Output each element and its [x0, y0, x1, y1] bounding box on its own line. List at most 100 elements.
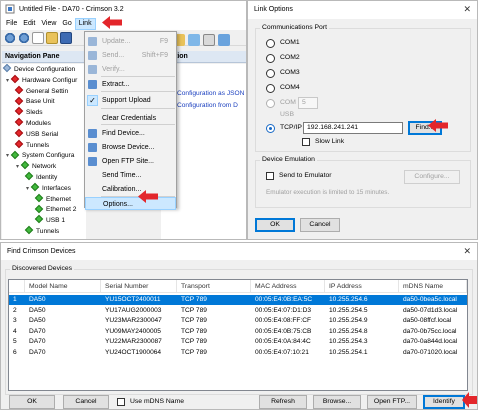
table-cell: da70-0a844d.local	[403, 338, 458, 345]
back-icon[interactable]	[4, 31, 16, 44]
monitor-icon[interactable]	[218, 34, 230, 46]
tree-item[interactable]: ▾ Network	[16, 161, 56, 171]
link-menu-item[interactable]: ✓ Support Upload	[85, 94, 176, 107]
communications-port-group: Communications Port COM1 COM2 COM3 COM4 …	[255, 24, 471, 152]
table-cell: YU23MAR2300047	[105, 317, 162, 324]
link-menu-item[interactable]: Browse Device...	[85, 141, 176, 154]
new-file-icon[interactable]	[32, 31, 44, 44]
settings-icon[interactable]	[203, 34, 215, 46]
right-pane-link-2[interactable]: Configuration from D	[177, 101, 238, 110]
browse-button[interactable]: Browse...	[313, 395, 361, 409]
table-row[interactable]: 5 DA70 YU22MAR2300087 TCP 789 00:05:E4:0A:84…	[9, 337, 467, 347]
table-row[interactable]: 2 DA50 YU17AUG2000003 TCP 789 00:05:E4:07:D1…	[9, 306, 467, 316]
error-status-icon	[14, 139, 24, 149]
close-icon[interactable]: ✕	[463, 4, 471, 15]
main-titlebar: Untitled File - DA70 - Crimson 3.2	[1, 1, 246, 17]
tree-item[interactable]: ▾ Interfaces	[26, 182, 71, 193]
radio-com3[interactable]: COM3	[266, 68, 300, 78]
table-cell: DA50	[29, 317, 46, 324]
find-ok-button[interactable]: OK	[9, 395, 55, 409]
link-menu-item[interactable]: Options...	[85, 197, 176, 210]
tree-item[interactable]: USB 1	[34, 215, 65, 225]
identify-button[interactable]: Identify	[423, 395, 465, 409]
tree-item[interactable]: ▾ System Configura	[6, 150, 74, 160]
tree-item[interactable]: USB Serial	[14, 128, 58, 139]
col-transport[interactable]: Transport	[177, 280, 251, 293]
open-folder-icon[interactable]	[46, 31, 58, 44]
tree-item[interactable]: ▾ Hardware Configur	[6, 74, 77, 85]
red-arrow-options-icon	[138, 190, 158, 203]
table-cell: da50-07d1d3.local	[403, 306, 458, 314]
menu-separator	[101, 91, 175, 92]
refresh-button[interactable]: Refresh	[259, 395, 307, 409]
link-menu-item[interactable]: Clear Credentials	[85, 112, 176, 125]
menu-view[interactable]: View	[38, 18, 59, 30]
tree-item[interactable]: Tunnels	[14, 139, 50, 150]
tree-item[interactable]: Base Unit	[14, 96, 55, 106]
device-icon[interactable]	[188, 34, 200, 46]
menu-edit[interactable]: Edit	[20, 18, 38, 30]
tree-item[interactable]: Ethernet	[34, 193, 71, 204]
table-header: Model Name Serial Number Transport MAC A…	[9, 280, 467, 293]
menu-go[interactable]: Go	[59, 18, 74, 30]
table-cell: 10.255.254.9	[329, 317, 368, 324]
col-serial-number[interactable]: Serial Number	[101, 280, 177, 293]
save-icon[interactable]	[60, 31, 72, 44]
radio-com4[interactable]: COM4	[266, 83, 300, 93]
menu-file[interactable]: File	[3, 18, 20, 30]
menu-item-label: Browse Device...	[102, 144, 155, 151]
col-ip-address[interactable]: IP Address	[325, 280, 399, 293]
menu-item-label: Send...	[102, 52, 125, 59]
use-mdns-checkbox[interactable]: Use mDNS Name	[117, 397, 184, 407]
link-menu-item[interactable]: Send Time...	[85, 169, 176, 182]
error-status-icon	[14, 118, 24, 127]
menu-item-label: Extract...	[102, 81, 130, 88]
menu-link[interactable]: Link	[74, 17, 96, 30]
tree-item[interactable]: Device Configuration	[2, 64, 75, 74]
ok-status-icon	[34, 193, 44, 203]
radio-tcpip[interactable]: TCP/IP	[266, 123, 302, 133]
ip-address-field[interactable]: 192.168.241.241	[303, 122, 403, 134]
table-row[interactable]: 6 DA70 YU24OCT1900064 TCP 789 00:05:E4:07:10…	[9, 348, 467, 358]
link-menu-item: Update... F9	[85, 35, 176, 48]
link-menu-item[interactable]: Open FTP Site...	[85, 155, 176, 168]
link-options-cancel-button[interactable]: Cancel	[300, 218, 340, 232]
ok-status-icon	[34, 204, 44, 213]
tree-item[interactable]: Ethernet 2	[34, 204, 76, 214]
close-icon[interactable]: ✕	[463, 246, 471, 257]
right-pane-link-1[interactable]: Configuration as JSON	[177, 89, 244, 98]
emulator-note: Emulator execution is limited to 15 minu…	[266, 189, 390, 196]
open-ftp-button[interactable]: Open FTP...	[367, 395, 417, 409]
link-menu-item[interactable]: Find Device...	[85, 127, 176, 140]
menu-bar: File Edit View Go Link	[1, 17, 246, 30]
error-status-icon	[10, 74, 20, 84]
table-cell: 00:05:E4:08:FF:CF	[255, 317, 312, 324]
slow-link-checkbox[interactable]: Slow Link	[302, 137, 344, 147]
send-to-emulator-checkbox[interactable]: Send to Emulator	[266, 171, 332, 181]
tree-item[interactable]: Identity	[24, 172, 57, 182]
table-row[interactable]: 4 DA70 YU09MAY2400005 TCP 789 00:05:E4:0B:75…	[9, 327, 467, 337]
table-row[interactable]: 1 DA50 YU15OCT2400011 TCP 789 00:05:E4:0B:EA…	[9, 295, 467, 305]
table-row[interactable]: 3 DA50 YU23MAR2300047 TCP 789 00:05:E4:08:FF…	[9, 316, 467, 326]
row-index: 2	[13, 306, 17, 314]
radio-com-custom: COM	[266, 98, 296, 108]
tree-item-label: Tunnels	[26, 141, 50, 149]
col-model-name[interactable]: Model Name	[25, 280, 101, 293]
tree-item[interactable]: Tunnels	[24, 226, 59, 236]
link-menu-item: Send... Shift+F9	[85, 49, 176, 62]
tree-item[interactable]: Sleds	[14, 107, 43, 117]
link-menu-item[interactable]: Calibration...	[85, 183, 176, 196]
radio-com2[interactable]: COM2	[266, 53, 300, 63]
col-mdns-name[interactable]: mDNS Name	[399, 280, 467, 293]
radio-com1[interactable]: COM1	[266, 38, 300, 48]
forward-icon[interactable]	[18, 31, 30, 44]
table-cell: 00:05:E4:07:D1:D3	[255, 306, 312, 314]
menu-item-icon	[88, 37, 97, 46]
tree-item[interactable]: Modules	[14, 118, 51, 128]
link-menu-item[interactable]: Extract...	[85, 78, 176, 91]
find-cancel-button[interactable]: Cancel	[63, 395, 109, 409]
tree-item[interactable]: General Settin	[14, 85, 68, 96]
link-options-ok-button[interactable]: OK	[255, 218, 295, 232]
col-mac-address[interactable]: MAC Address	[251, 280, 325, 293]
red-arrow-identify-icon	[462, 392, 477, 408]
